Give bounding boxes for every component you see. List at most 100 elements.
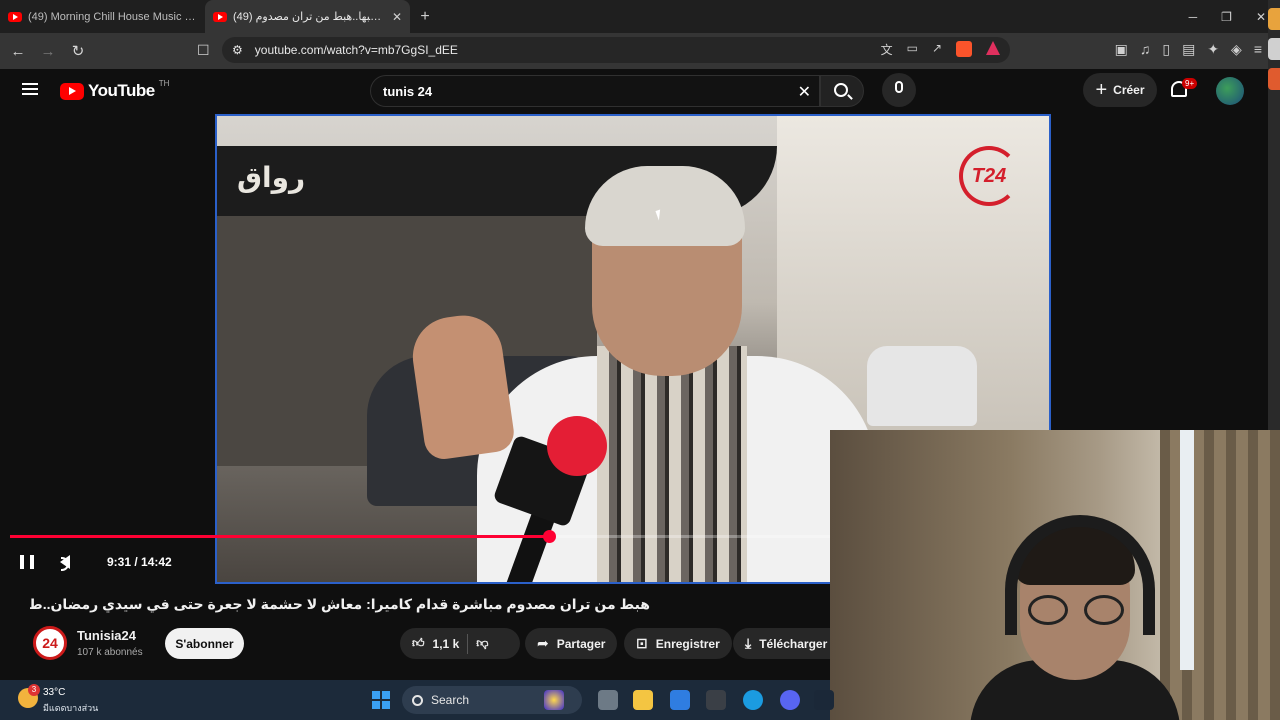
create-label: Créer	[1113, 83, 1145, 97]
wallet2-icon[interactable]: ▤	[1182, 41, 1195, 58]
clear-search-icon[interactable]: ✕	[798, 82, 811, 102]
discord-icon[interactable]	[780, 690, 800, 710]
youtube-favicon-icon	[8, 11, 22, 22]
search-button[interactable]	[820, 75, 864, 107]
share-button[interactable]: ➦ Partager	[525, 628, 618, 659]
t24-watermark-logo: T24	[959, 146, 1019, 206]
store-icon[interactable]	[670, 690, 690, 710]
volume-icon[interactable]	[60, 555, 70, 571]
voice-search-button[interactable]	[882, 73, 916, 107]
new-tab-button[interactable]: +	[410, 8, 440, 26]
minimize-icon[interactable]: ─	[1189, 10, 1198, 24]
sidebar-icon[interactable]: ▯	[1162, 41, 1170, 58]
plus-icon: +	[1095, 78, 1108, 101]
extension-icon[interactable]	[1268, 38, 1280, 60]
wallet-icon[interactable]: ▣	[1115, 41, 1128, 58]
toolbar-extensions: ▣ ♫ ▯ ▤ ✦ ◈ ≡	[1115, 41, 1262, 58]
omnibox-actions: 文 ▭ ↗	[881, 41, 1000, 58]
music-icon[interactable]: ♫	[1140, 41, 1151, 58]
subscribe-button[interactable]: S'abonner	[165, 628, 244, 659]
share-page-icon[interactable]: ↗	[932, 41, 942, 58]
forward-icon[interactable]: →	[36, 43, 60, 60]
cast-icon[interactable]: ▭	[907, 41, 918, 58]
translate-icon[interactable]: 文	[881, 41, 893, 58]
download-label: Télécharger	[759, 636, 828, 651]
webcam-overlay	[830, 430, 1280, 720]
progress-scrubber[interactable]	[542, 530, 556, 543]
subscriber-count: 107 k abonnés	[77, 647, 143, 658]
search-input[interactable]: tunis 24 ✕	[370, 75, 820, 107]
webcam-curtain	[1160, 430, 1280, 720]
download-button[interactable]: ⤓ Télécharger	[733, 628, 830, 659]
thumbs-up-icon: 👍︎	[412, 636, 425, 650]
microphone-icon	[895, 81, 903, 93]
tab-title: (49) Morning Chill House Music Vol.3	[28, 10, 197, 23]
bookmark-icon[interactable]: ☐	[197, 42, 210, 59]
extension-icon[interactable]	[1268, 68, 1280, 90]
url-field[interactable]: ⚙ youtube.com/watch?v=mb7GgSI_dEE 文 ▭ ↗	[222, 37, 1010, 63]
taskbar-search-label: Search	[431, 693, 470, 707]
leo-icon[interactable]: ✦	[1207, 41, 1219, 58]
youtube-logo[interactable]: YouTube TH	[60, 78, 170, 101]
brave-rewards-icon[interactable]	[986, 41, 1000, 55]
player-controls: 9:31 / 14:42	[0, 548, 830, 576]
extension-icon[interactable]	[1268, 8, 1280, 30]
tab-current-video[interactable]: (49) طفلة تبوس في صاحبها..هبط من تران مص…	[205, 0, 410, 33]
like-button[interactable]: 👍︎ 1,1 k	[412, 636, 459, 651]
progress-fill	[10, 535, 549, 538]
youtube-play-logo-icon	[60, 82, 84, 100]
progress-bar[interactable]	[10, 530, 830, 543]
youtube-header: YouTube TH tunis 24 ✕ + Créer 9+	[0, 69, 1268, 113]
channel-avatar-text: 24	[42, 635, 58, 651]
window-controls: ─ ❐ ✕	[1189, 0, 1280, 33]
pause-icon[interactable]	[20, 555, 34, 569]
download-icon: ⤓	[745, 635, 752, 651]
weather-badge: 3	[28, 684, 40, 696]
steam-icon[interactable]	[814, 690, 834, 710]
tab-bar: (49) Morning Chill House Music Vol.3 (49…	[0, 0, 1280, 33]
temperature: 33°C	[43, 687, 66, 698]
close-window-icon[interactable]: ✕	[1256, 10, 1266, 24]
search-icon	[834, 83, 848, 97]
channel-name[interactable]: Tunisia24	[77, 628, 136, 643]
weather-description: มีแดดบางส่วน	[43, 703, 99, 713]
reload-icon[interactable]: ↻	[66, 42, 90, 60]
like-separator	[467, 633, 469, 654]
edge-icon[interactable]	[743, 690, 763, 710]
tab-chill-house[interactable]: (49) Morning Chill House Music Vol.3	[0, 0, 205, 33]
restore-icon[interactable]: ❐	[1221, 10, 1232, 24]
webcam-glasses	[1028, 595, 1124, 625]
copilot-icon[interactable]	[544, 690, 564, 710]
share-arrow-icon: ➦	[537, 635, 549, 651]
tab-title: (49) طفلة تبوس في صاحبها..هبط من تران مص…	[233, 11, 386, 23]
video-frame-white-car	[867, 346, 977, 426]
app-icon[interactable]	[706, 690, 726, 710]
task-view-icon[interactable]	[598, 690, 618, 710]
back-icon[interactable]: ←	[6, 43, 30, 60]
brave-shield-icon[interactable]	[956, 41, 972, 57]
tab-close-icon[interactable]: ✕	[392, 10, 402, 24]
video-shop-sign: رواق	[237, 162, 306, 193]
like-count: 1,1 k	[432, 636, 460, 651]
time-display: 9:31 / 14:42	[107, 555, 172, 569]
account-avatar[interactable]	[1216, 77, 1244, 105]
site-info-icon[interactable]: ⚙	[232, 43, 243, 57]
windows-start-icon[interactable]	[372, 691, 390, 709]
country-code: TH	[158, 78, 170, 88]
menu-icon[interactable]: ≡	[1254, 41, 1262, 58]
channel-avatar[interactable]: 24	[33, 626, 67, 660]
thumbs-down-icon[interactable]: 👎︎	[476, 636, 488, 651]
save-bookmark-icon: ⊡	[636, 635, 648, 651]
save-button[interactable]: ⊡ Enregistrer	[624, 628, 732, 659]
youtube-logo-text: YouTube	[88, 81, 155, 100]
url-text: youtube.com/watch?v=mb7GgSI_dEE	[254, 43, 458, 57]
vpn-icon[interactable]: ◈	[1231, 41, 1242, 58]
create-button[interactable]: + Créer	[1083, 73, 1157, 107]
hamburger-menu-icon[interactable]	[22, 83, 38, 95]
search-query: tunis 24	[383, 83, 433, 99]
video-title: هبط من تران مصدوم مباشرة قدام كاميرا: مع…	[30, 596, 650, 612]
youtube-favicon-icon	[213, 11, 227, 22]
like-dislike-group: 👍︎ 1,1 k 👎︎	[400, 628, 520, 659]
search-icon	[412, 694, 423, 706]
file-explorer-icon[interactable]	[633, 690, 653, 710]
